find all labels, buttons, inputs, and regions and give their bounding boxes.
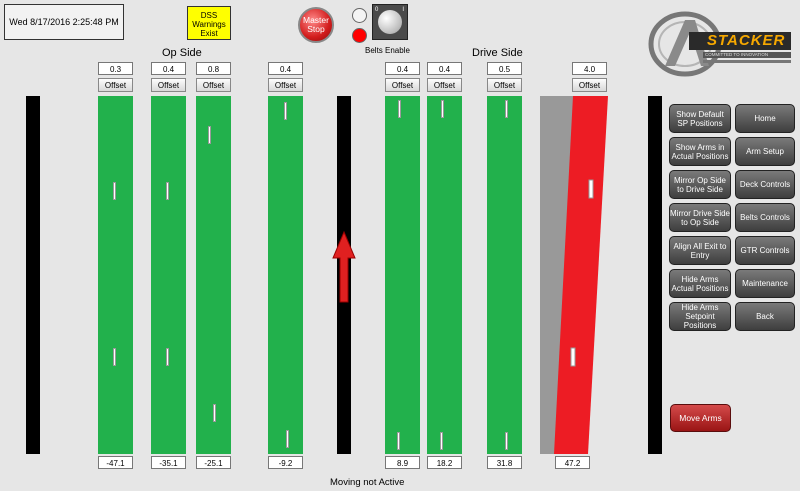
show-default-sp-positions-button[interactable]: Show Default SP Positions [669, 104, 731, 133]
lane-5-setpoint[interactable]: 0.4 [385, 62, 420, 75]
lane-3-entry-marker [208, 126, 211, 144]
lane-8-position: 47.2 [555, 456, 590, 469]
lane-1-arm[interactable] [98, 96, 133, 454]
hide-arms-actual-button[interactable]: Hide Arms Actual Positions [669, 269, 731, 298]
lane-4-arm[interactable] [268, 96, 303, 454]
lane-1-exit-marker [113, 348, 116, 366]
lane-4-exit-marker [286, 430, 289, 448]
lane-2-offset-button[interactable]: Offset [151, 78, 186, 92]
lane-3-setpoint[interactable]: 0.8 [196, 62, 231, 75]
selector-knob-icon [378, 10, 402, 34]
lane-3-offset-button[interactable]: Offset [196, 78, 231, 92]
back-button[interactable]: Back [735, 302, 795, 331]
lane-7-arm[interactable] [487, 96, 522, 454]
lane-8-entry-marker [588, 179, 594, 199]
drive-side-title: Drive Side [472, 47, 523, 59]
show-arms-actual-positions-button[interactable]: Show Arms in Actual Positions [669, 137, 731, 166]
lane-6-exit-marker [440, 432, 443, 450]
lane-1-setpoint[interactable]: 0.3 [98, 62, 133, 75]
lane-4-entry-marker [284, 102, 287, 120]
lane-7-position: 31.8 [487, 456, 522, 469]
lane-7-entry-marker [505, 100, 508, 118]
move-arms-button[interactable]: Move Arms [670, 404, 731, 432]
lane-4-offset-button[interactable]: Offset [268, 78, 303, 92]
lane-6-entry-marker [441, 100, 444, 118]
lane-2-arm[interactable] [151, 96, 186, 454]
align-exit-to-entry-button[interactable]: Align All Exit to Entry [669, 236, 731, 265]
lane-8-offset-button[interactable]: Offset [572, 78, 607, 92]
mirror-drive-to-op-button[interactable]: Mirror Drive Side to Op Side [669, 203, 731, 232]
lane-6-position: 18.2 [427, 456, 462, 469]
lane-5-position: 8.9 [385, 456, 420, 469]
lane-2-entry-marker [166, 182, 169, 200]
lane-5-entry-marker [398, 100, 401, 118]
op-side-title: Op Side [162, 47, 202, 59]
lane-3-arm[interactable] [196, 96, 231, 454]
maintenance-button[interactable]: Maintenance [735, 269, 795, 298]
lane-1-offset-button[interactable]: Offset [98, 78, 133, 92]
logo-brand-text: STACKER [707, 32, 786, 49]
datetime-display: Wed 8/17/2016 2:25:48 PM [4, 4, 124, 40]
belts-off-indicator-lamp [352, 8, 367, 23]
lane-8-exit-marker [570, 347, 576, 367]
selector-off-label: 0 [375, 7, 379, 13]
deck-controls-button[interactable]: Deck Controls [735, 170, 795, 199]
lane-7-offset-button[interactable]: Offset [487, 78, 522, 92]
op-side-guide-bar [26, 96, 40, 454]
lane-1-entry-marker [113, 182, 116, 200]
belts-controls-button[interactable]: Belts Controls [735, 203, 795, 232]
lane-6-setpoint[interactable]: 0.4 [427, 62, 462, 75]
logo-tagline-text: COMMITTED TO INNOVATION [705, 52, 769, 57]
hide-arms-setpoint-button[interactable]: Hide Arms Setpoint Positions [669, 302, 731, 331]
home-button[interactable]: Home [735, 104, 795, 133]
lane-7-exit-marker [505, 432, 508, 450]
lane-2-exit-marker [166, 348, 169, 366]
stacker-logo: STACKER COMMITTED TO INNOVATION [645, 8, 795, 80]
belts-on-indicator-lamp [352, 28, 367, 43]
lane-5-exit-marker [397, 432, 400, 450]
lane-8-arm[interactable] [536, 96, 610, 454]
lane-6-arm[interactable] [427, 96, 462, 454]
dss-warning-indicator[interactable]: DSS Warnings Exist [187, 6, 231, 40]
drive-side-guide-bar [648, 96, 662, 454]
lane-7-setpoint[interactable]: 0.5 [487, 62, 522, 75]
lane-3-exit-marker [213, 404, 216, 422]
belts-enable-selector-switch[interactable]: 0 I [372, 4, 408, 40]
lane-4-setpoint[interactable]: 0.4 [268, 62, 303, 75]
mirror-op-to-drive-button[interactable]: Mirror Op Side to Drive Side [669, 170, 731, 199]
master-stop-button[interactable]: Master Stop [298, 7, 334, 43]
lane-1-position: -47.1 [98, 456, 133, 469]
lane-6-offset-button[interactable]: Offset [427, 78, 462, 92]
direction-arrow-icon [332, 230, 356, 303]
arm-setup-button[interactable]: Arm Setup [735, 137, 795, 166]
belts-enable-label: Belts Enable [365, 46, 410, 55]
lane-4-position: -9.2 [268, 456, 303, 469]
lane-2-position: -35.1 [151, 456, 186, 469]
lane-3-position: -25.1 [196, 456, 231, 469]
lane-2-setpoint[interactable]: 0.4 [151, 62, 186, 75]
lane-8-setpoint[interactable]: 4.0 [572, 62, 607, 75]
selector-on-label: I [402, 7, 404, 13]
lane-5-arm[interactable] [385, 96, 420, 454]
gtr-controls-button[interactable]: GTR Controls [735, 236, 795, 265]
lane-5-offset-button[interactable]: Offset [385, 78, 420, 92]
motion-status-text: Moving not Active [330, 477, 405, 488]
